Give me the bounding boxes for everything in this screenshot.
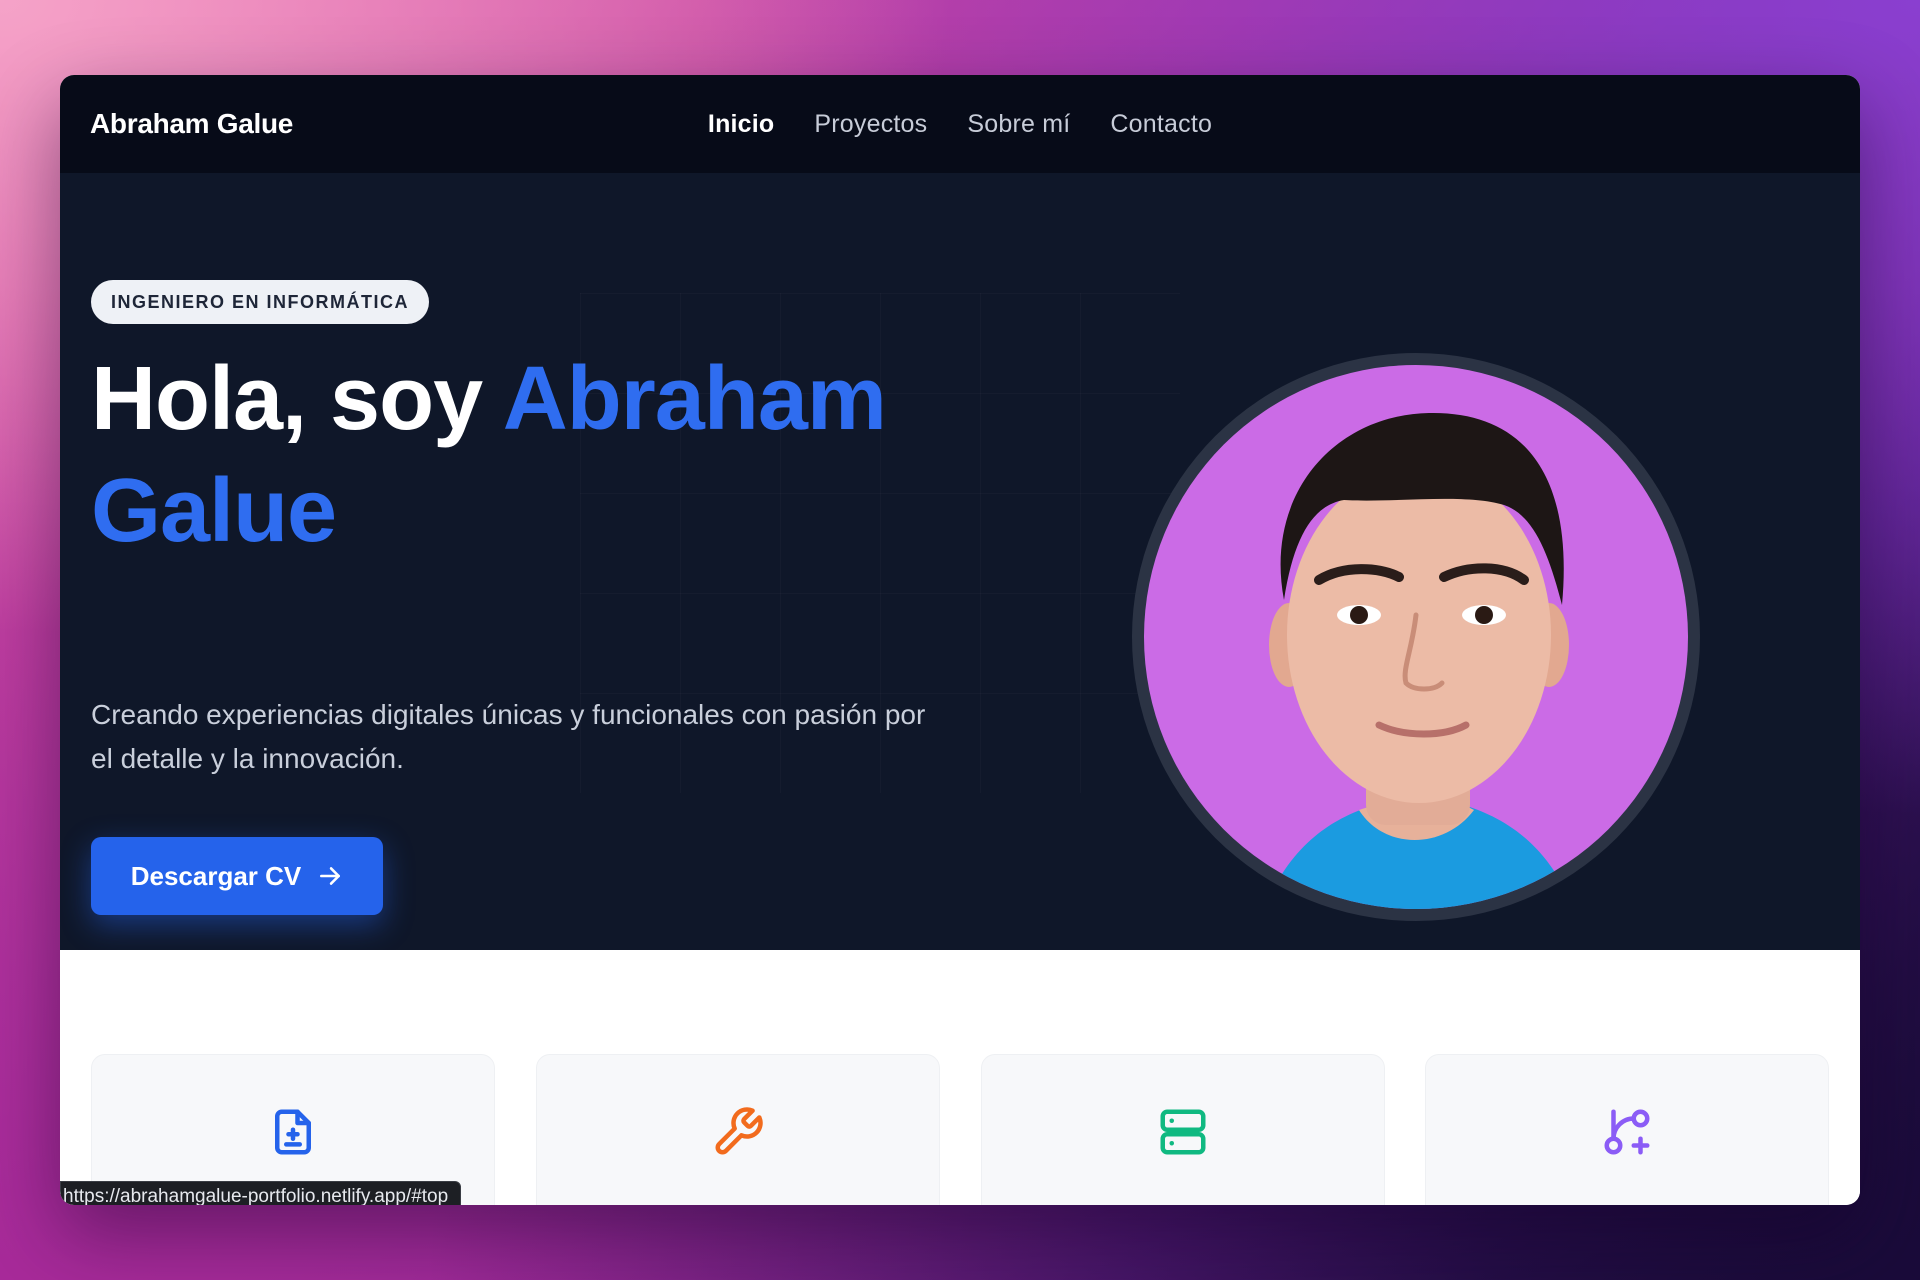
browser-window: Abraham Galue Inicio Proyectos Sobre mí … [60, 75, 1860, 1205]
brand-logo[interactable]: Abraham Galue [90, 108, 293, 140]
hero-title-prefix: Hola, soy [91, 349, 503, 449]
skill-card-tools[interactable] [536, 1054, 940, 1205]
nav-link-contacto[interactable]: Contacto [1110, 110, 1212, 139]
role-badge: INGENIERO EN INFORMÁTICA [91, 280, 430, 324]
skill-card-servers[interactable] [981, 1054, 1385, 1205]
profile-portrait [1264, 412, 1574, 909]
download-cv-button[interactable]: Descargar CV [91, 837, 383, 915]
arrow-right-icon [320, 867, 341, 885]
hero-title: Hola, soy Abraham Galue [91, 343, 971, 567]
navbar: Abraham Galue Inicio Proyectos Sobre mí … [60, 75, 1860, 173]
skill-card-version-control[interactable] [1425, 1054, 1829, 1205]
file-document-icon [275, 1109, 311, 1155]
profile-photo [1144, 365, 1688, 909]
profile-photo-frame [1132, 353, 1700, 921]
hero-section: INGENIERO EN INFORMÁTICA Hola, soy Abrah… [60, 173, 1860, 950]
server-icon [1160, 1109, 1206, 1155]
nav-link-proyectos[interactable]: Proyectos [814, 110, 927, 139]
hero-subtitle: Creando experiencias digitales únicas y … [91, 699, 926, 774]
nav-links: Inicio Proyectos Sobre mí Contacto [60, 75, 1860, 173]
wrench-icon [715, 1107, 763, 1155]
git-branch-plus-icon [1604, 1109, 1650, 1155]
nav-link-sobre-mi[interactable]: Sobre mí [967, 110, 1070, 139]
skills-section [60, 950, 1860, 1205]
link-preview-statusbar: https://abrahamgalue-portfolio.netlify.a… [60, 1181, 462, 1205]
nav-link-inicio[interactable]: Inicio [708, 110, 774, 139]
download-cv-label: Descargar CV [130, 860, 302, 891]
